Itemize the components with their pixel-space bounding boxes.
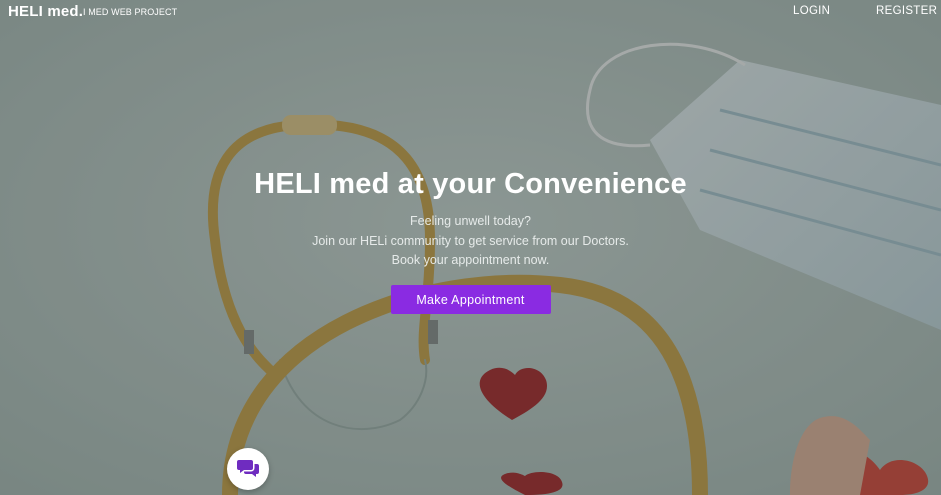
hero-line-1: Feeling unwell today? [410,214,531,228]
hero-line-3: Book your appointment now. [391,253,550,267]
hero-content: HELI med at your Convenience Feeling unw… [0,168,941,314]
chat-widget-button[interactable] [227,448,269,490]
hero-title: HELI med at your Convenience [254,168,687,200]
hero-line-2: Join our HELi community to get service f… [312,233,629,248]
login-link[interactable]: LOGIN [793,5,830,17]
brand-subtitle: I MED WEB PROJECT [83,7,178,17]
top-navbar: HELI med. I MED WEB PROJECT LOGIN REGIST… [0,0,941,24]
brand-logo[interactable]: HELI med. [8,3,83,20]
register-link[interactable]: REGISTER [876,5,937,17]
make-appointment-button[interactable]: Make Appointment [390,284,551,314]
chat-bubbles-icon [237,460,259,477]
